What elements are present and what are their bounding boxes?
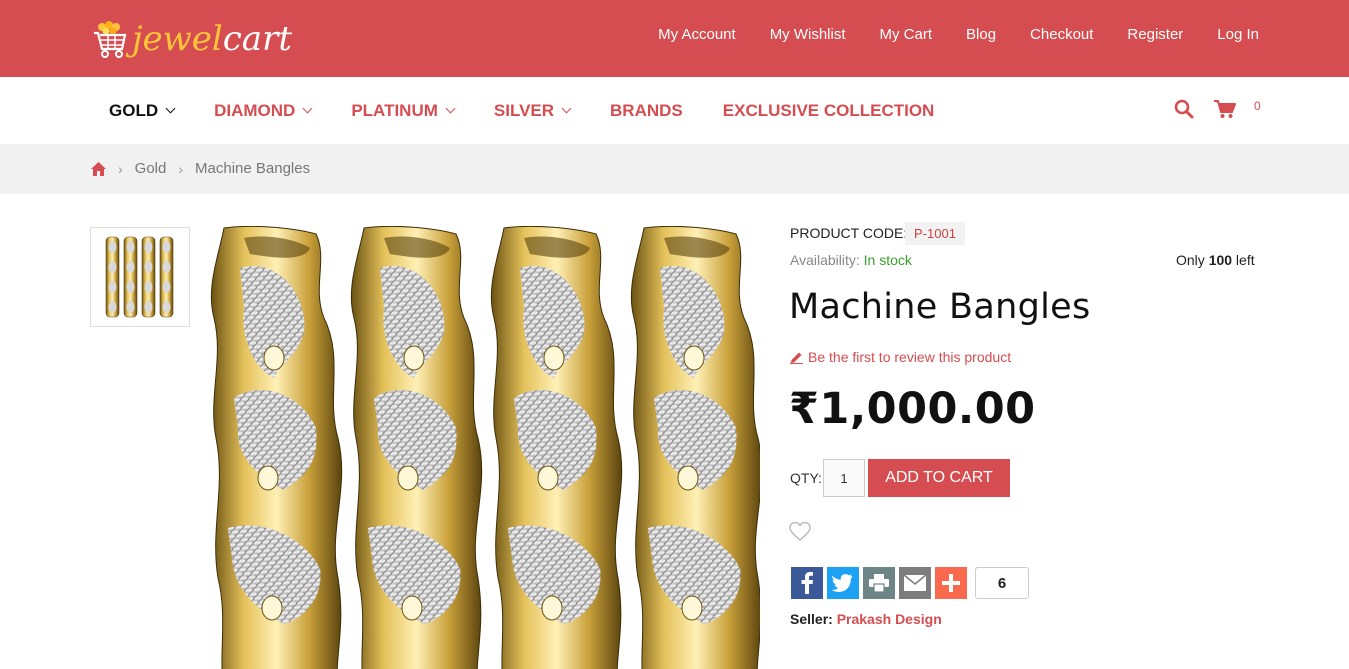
qty-label: QTY: xyxy=(790,470,822,486)
product-price: ₹1,000.00 xyxy=(789,384,1036,434)
top-bar: jewelcart My Account My Wishlist My Cart… xyxy=(0,0,1349,77)
logo-text: jewelcart xyxy=(132,19,292,59)
link-log-in[interactable]: Log In xyxy=(1217,26,1259,43)
nav-item-label: DIAMOND xyxy=(214,101,296,120)
nav-item-diamond[interactable]: DIAMOND xyxy=(214,101,313,121)
search-icon[interactable] xyxy=(1174,99,1194,119)
email-share-button[interactable] xyxy=(899,567,931,599)
heart-icon[interactable] xyxy=(789,521,811,543)
top-links: My Account My Wishlist My Cart Blog Chec… xyxy=(624,26,1259,43)
chevron-right-icon: › xyxy=(178,160,184,177)
breadcrumb-bar: › Gold › Machine Bangles xyxy=(0,144,1349,194)
product-thumbnail[interactable] xyxy=(90,227,190,327)
pencil-icon xyxy=(790,352,803,364)
share-count: 6 xyxy=(975,567,1029,599)
add-to-cart-button[interactable]: ADD TO CART xyxy=(868,459,1010,497)
plus-icon xyxy=(942,574,960,592)
chevron-down-icon xyxy=(165,103,176,113)
stock-suffix: left xyxy=(1232,252,1255,268)
chevron-right-icon: › xyxy=(118,160,123,177)
chevron-down-icon xyxy=(302,103,313,113)
nav-item-label: BRANDS xyxy=(610,101,683,120)
availability: Availability: In stock xyxy=(790,252,912,268)
addthis-share-button[interactable] xyxy=(935,567,967,599)
chevron-down-icon xyxy=(445,103,456,113)
nav-item-exclusive-collection[interactable]: EXCLUSIVE COLLECTION xyxy=(723,101,935,121)
link-register[interactable]: Register xyxy=(1127,26,1183,43)
seller-label: Seller: xyxy=(790,611,833,627)
bangles-thumbnail-image xyxy=(94,231,186,323)
nav-item-gold[interactable]: GOLD xyxy=(109,101,176,121)
nav-item-silver[interactable]: SILVER xyxy=(493,101,572,121)
cart-count-badge[interactable]: 0 xyxy=(1254,99,1261,113)
link-my-account[interactable]: My Account xyxy=(658,26,736,43)
machine-bangles-image xyxy=(210,226,760,669)
stock-prefix: Only xyxy=(1176,252,1209,268)
seller-name-link[interactable]: Prakash Design xyxy=(837,611,942,627)
availability-status: In stock xyxy=(863,252,912,268)
twitter-share-button[interactable] xyxy=(827,567,859,599)
link-blog[interactable]: Blog xyxy=(966,26,996,43)
nav-item-label: PLATINUM xyxy=(351,101,438,120)
nav-item-label: EXCLUSIVE COLLECTION xyxy=(722,101,935,120)
nav-item-label: SILVER xyxy=(493,101,555,120)
home-icon[interactable] xyxy=(91,161,106,176)
link-my-wishlist[interactable]: My Wishlist xyxy=(770,26,846,43)
cart-icon[interactable] xyxy=(1214,99,1236,119)
breadcrumb-gold[interactable]: Gold xyxy=(135,160,167,177)
breadcrumb: › Gold › Machine Bangles xyxy=(91,160,310,177)
seller-info: Seller: Prakash Design xyxy=(790,611,942,627)
stock-remaining: Only 100 left xyxy=(1176,252,1255,268)
facebook-share-button[interactable] xyxy=(791,567,823,599)
link-checkout[interactable]: Checkout xyxy=(1030,26,1093,43)
logo-text-jewel: jewel xyxy=(132,19,223,59)
nav-item-label: GOLD xyxy=(109,101,159,120)
availability-label: Availability: xyxy=(790,252,860,268)
print-icon xyxy=(869,574,889,592)
product-code-label: PRODUCT CODE: xyxy=(790,225,908,241)
category-menu: GOLD DIAMOND PLATINUM SILVER BRANDS EXCL… xyxy=(109,101,974,121)
product-title: Machine Bangles xyxy=(789,287,1091,327)
stock-count: 100 xyxy=(1208,252,1233,268)
nav-actions: 0 xyxy=(1174,99,1261,119)
main-nav: GOLD DIAMOND PLATINUM SILVER BRANDS EXCL… xyxy=(0,77,1349,144)
review-link[interactable]: Be the first to review this product xyxy=(790,349,1011,365)
product-main-image[interactable] xyxy=(198,226,760,669)
twitter-icon xyxy=(832,574,853,592)
review-link-label: Be the first to review this product xyxy=(808,349,1012,365)
facebook-icon xyxy=(801,572,813,594)
quantity-input[interactable] xyxy=(823,459,865,497)
nav-item-brands[interactable]: BRANDS xyxy=(610,101,683,121)
logo-text-cart: cart xyxy=(222,19,292,59)
nav-item-platinum[interactable]: PLATINUM xyxy=(351,101,456,121)
site-logo[interactable]: jewelcart xyxy=(92,14,292,64)
shopping-cart-logo-icon xyxy=(94,21,127,58)
chevron-down-icon xyxy=(561,103,572,113)
print-share-button[interactable] xyxy=(863,567,895,599)
breadcrumb-current: Machine Bangles xyxy=(195,160,311,177)
share-buttons: 6 xyxy=(791,567,1029,599)
email-icon xyxy=(904,575,926,591)
link-my-cart[interactable]: My Cart xyxy=(880,26,933,43)
product-code-badge: P-1001 xyxy=(905,222,965,245)
